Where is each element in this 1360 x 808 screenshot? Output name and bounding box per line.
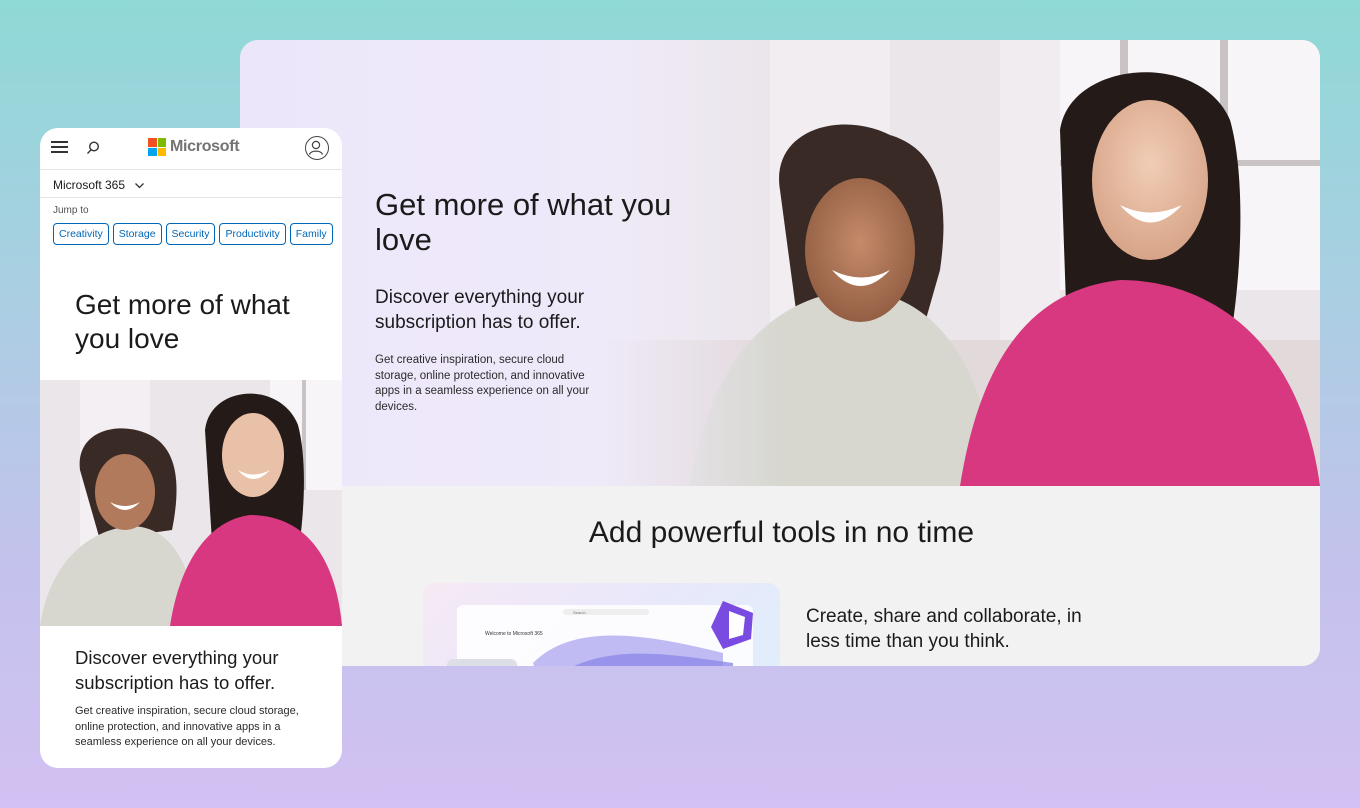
chip-security[interactable]: Security	[165, 223, 216, 245]
tools-title: Add powerful tools in no time	[588, 516, 975, 549]
chip-family[interactable]: Family	[289, 223, 333, 245]
account-icon[interactable]	[305, 136, 329, 160]
mobile-hero-title: Get more of what you love	[75, 289, 290, 354]
tools-section: Add powerful tools in no time Search Wel…	[343, 486, 1320, 666]
microsoft-logo-icon	[148, 138, 166, 156]
hero-image	[600, 40, 1320, 486]
logo-wordmark: Microsoft	[170, 138, 240, 155]
tools-text: Create, share and collaborate, in less t…	[806, 606, 1082, 652]
hamburger-menu-icon[interactable]	[51, 141, 68, 155]
chevron-down-icon	[134, 178, 145, 189]
mobile-page-preview: Microsoft Microsoft 365 Jump to Creativi…	[40, 128, 342, 768]
thumb-search-text: Search	[573, 610, 586, 615]
hero-title: Get more of what you love	[375, 187, 672, 257]
chip-storage[interactable]: Storage	[112, 223, 162, 245]
product-nav-label: Microsoft 365	[53, 178, 126, 192]
mobile-hero-subtitle: Discover everything your subscription ha…	[75, 647, 279, 693]
desktop-page-preview: Get more of what you love Discover every…	[240, 40, 1320, 666]
hero-copy: Get more of what you love Discover every…	[375, 187, 675, 415]
chip-productivity[interactable]: Productivity	[219, 223, 286, 245]
product-nav[interactable]: Microsoft 365	[40, 170, 342, 198]
m365-app-screenshot: Search Welcome to Microsoft 365	[423, 583, 780, 666]
jump-to-chips: Creativity Storage Security Productivity Fam…	[53, 223, 342, 247]
chip-creativity[interactable]: Creativity	[53, 223, 109, 245]
jump-to-label: Jump to	[53, 205, 89, 216]
microsoft-logo[interactable]: Microsoft	[148, 137, 240, 157]
mobile-hero-image	[40, 380, 342, 626]
search-icon[interactable]	[84, 139, 102, 157]
mobile-header: Microsoft	[40, 128, 342, 170]
mobile-hero-body: Get creative inspiration, secure cloud s…	[75, 705, 299, 748]
hero-body: Get creative inspiration, secure cloud s…	[375, 354, 590, 413]
hero-subtitle: Discover everything your subscription ha…	[375, 287, 585, 333]
desktop-hero: Get more of what you love Discover every…	[240, 40, 1320, 486]
thumb-welcome-text: Welcome to Microsoft 365	[485, 631, 543, 637]
